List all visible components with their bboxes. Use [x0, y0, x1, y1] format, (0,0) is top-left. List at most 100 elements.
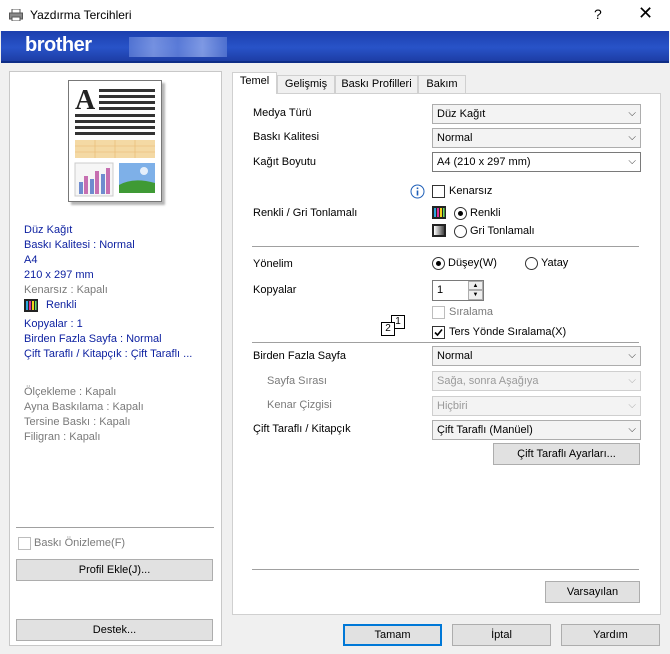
print-preview-label: Baskı Önizleme(F) — [34, 537, 126, 549]
chevron-down-icon: ⌵ — [628, 108, 636, 119]
ok-button[interactable]: Tamam — [343, 624, 442, 646]
divider — [252, 569, 639, 570]
tab-basic[interactable]: Temel — [232, 72, 277, 94]
border-line-select[interactable]: Hiçbiri ⌵ — [432, 396, 641, 416]
grayscale-option-label: Gri Tonlamalı — [470, 225, 535, 237]
summary-mirror: Ayna Baskılama : Kapalı — [24, 401, 144, 413]
cancel-button[interactable]: İptal — [452, 624, 551, 646]
color-bars-icon — [432, 206, 446, 219]
border-line-value: Hiçbiri — [437, 400, 468, 412]
media-type-select[interactable]: Düz Kağıt ⌵ — [432, 104, 641, 124]
paper-size-select[interactable]: A4 (210 x 297 mm) ⌵ — [432, 152, 641, 172]
collate-label: Sıralama — [449, 306, 494, 318]
summary-duplex: Çift Taraflı / Kitapçık : Çift Taraflı .… — [24, 348, 193, 360]
summary-scaling: Ölçekleme : Kapalı — [24, 386, 117, 398]
print-quality-value: Normal — [437, 132, 473, 144]
page-back-icon: 2 — [381, 322, 395, 336]
border-line-label: Kenar Çizgisi — [267, 399, 332, 411]
chevron-down-icon: ⌵ — [628, 156, 636, 167]
chevron-down-icon: ⌵ — [628, 400, 636, 411]
tab-maintenance[interactable]: Bakım — [418, 75, 466, 93]
duplex-value: Çift Taraflı (Manüel) — [437, 424, 533, 436]
add-profile-button[interactable]: Profil Ekle(J)... — [16, 559, 213, 581]
tab-advanced[interactable]: Gelişmiş — [277, 75, 335, 93]
color-radio[interactable] — [454, 207, 467, 220]
color-bars-icon — [24, 299, 38, 312]
close-icon[interactable]: ✕ — [638, 3, 653, 24]
divider — [252, 342, 639, 343]
summary-borderless: Kenarsız : Kapalı — [24, 284, 108, 296]
summary-multipage: Birden Fazla Sayfa : Normal — [24, 333, 162, 345]
page-order-value: Sağa, sonra Aşağıya — [437, 375, 539, 387]
summary-quality: Baskı Kalitesi : Normal — [24, 239, 135, 251]
multi-page-value: Normal — [437, 350, 473, 362]
print-quality-select[interactable]: Normal ⌵ — [432, 128, 641, 148]
duplex-settings-button[interactable]: Çift Taraflı Ayarları... — [493, 443, 640, 465]
copies-stepper[interactable]: 1 ▲ ▼ — [432, 280, 484, 301]
paper-size-value: A4 (210 x 297 mm) — [437, 156, 531, 168]
stepper-down-icon[interactable]: ▼ — [468, 290, 483, 300]
summary-advanced-group: Ölçekleme : Kapalı Ayna Baskılama : Kapa… — [24, 385, 144, 445]
title-bar: Yazdırma Tercihleri ? ✕ — [0, 0, 670, 31]
defaults-button[interactable]: Varsayılan — [545, 581, 640, 603]
summary-copies-group: Kopyalar : 1 Birden Fazla Sayfa : Normal… — [24, 317, 192, 362]
multi-page-label: Birden Fazla Sayfa — [253, 350, 346, 362]
page-order-select[interactable]: Sağa, sonra Aşağıya ⌵ — [432, 371, 641, 391]
color-mode-label: Renkli / Gri Tonlamalı — [253, 207, 358, 219]
chevron-down-icon: ⌵ — [628, 350, 636, 361]
page-order-label: Sayfa Sırası — [267, 375, 327, 387]
summary-watermark: Filigran : Kapalı — [24, 431, 101, 443]
chevron-down-icon: ⌵ — [628, 424, 636, 435]
document-preview-image: A — [74, 85, 155, 197]
grayscale-radio[interactable] — [454, 225, 467, 238]
checkmark-icon — [434, 328, 443, 337]
summary-size: A4 — [24, 254, 38, 266]
copies-value: 1 — [437, 284, 444, 296]
brother-logo: brother — [25, 34, 92, 56]
model-name-redacted — [129, 37, 227, 57]
media-type-value: Düz Kağıt — [437, 108, 486, 120]
window-title: Yazdırma Tercihleri — [30, 8, 132, 22]
duplex-label: Çift Taraflı / Kitapçık — [253, 423, 351, 435]
orientation-label: Yönelim — [253, 258, 293, 270]
paper-size-label: Kağıt Boyutu — [253, 156, 316, 168]
help-button[interactable]: Yardım — [561, 624, 660, 646]
support-button[interactable]: Destek... — [16, 619, 213, 641]
portrait-label: Düşey(W) — [448, 257, 497, 269]
reverse-order-label: Ters Yönde Sıralama(X) — [449, 326, 567, 338]
summary-copies: Kopyalar : 1 — [24, 318, 83, 330]
info-icon[interactable] — [410, 184, 425, 199]
duplex-select[interactable]: Çift Taraflı (Manüel) ⌵ — [432, 420, 641, 440]
chevron-down-icon: ⌵ — [628, 375, 636, 386]
portrait-radio[interactable] — [432, 257, 445, 270]
svg-text:A: A — [75, 85, 96, 116]
summary-media-quality: Düz Kağıt Baskı Kalitesi : Normal A4 210… — [24, 223, 135, 283]
help-title-button[interactable]: ? — [594, 6, 602, 22]
print-preview-checkbox[interactable] — [18, 537, 31, 550]
divider — [16, 527, 214, 528]
print-quality-label: Baskı Kalitesi — [253, 131, 320, 143]
grayscale-icon — [432, 224, 446, 237]
borderless-checkbox[interactable] — [432, 185, 445, 198]
brand-banner: brother — [1, 31, 669, 63]
summary-reverse: Tersine Baskı : Kapalı — [24, 416, 131, 428]
reverse-order-checkbox[interactable] — [432, 326, 445, 339]
multi-page-select[interactable]: Normal ⌵ — [432, 346, 641, 366]
borderless-label: Kenarsız — [449, 185, 493, 197]
tab-print-profiles[interactable]: Baskı Profilleri — [335, 75, 418, 93]
divider — [252, 246, 639, 247]
collate-checkbox[interactable] — [432, 306, 445, 319]
copies-label: Kopyalar — [253, 284, 297, 296]
stepper-up-icon[interactable]: ▲ — [468, 281, 483, 290]
landscape-radio[interactable] — [525, 257, 538, 270]
color-option-label: Renkli — [470, 207, 501, 219]
chevron-down-icon: ⌵ — [628, 132, 636, 143]
landscape-label: Yatay — [541, 257, 569, 269]
summary-media: Düz Kağıt — [24, 224, 73, 236]
page-preview: A — [68, 80, 162, 202]
summary-color: Renkli — [46, 299, 77, 311]
summary-dimensions: 210 x 297 mm — [24, 269, 94, 281]
media-type-label: Medya Türü — [253, 107, 312, 119]
printer-icon — [9, 9, 23, 21]
reverse-order-icon: 1 2 — [381, 315, 407, 337]
